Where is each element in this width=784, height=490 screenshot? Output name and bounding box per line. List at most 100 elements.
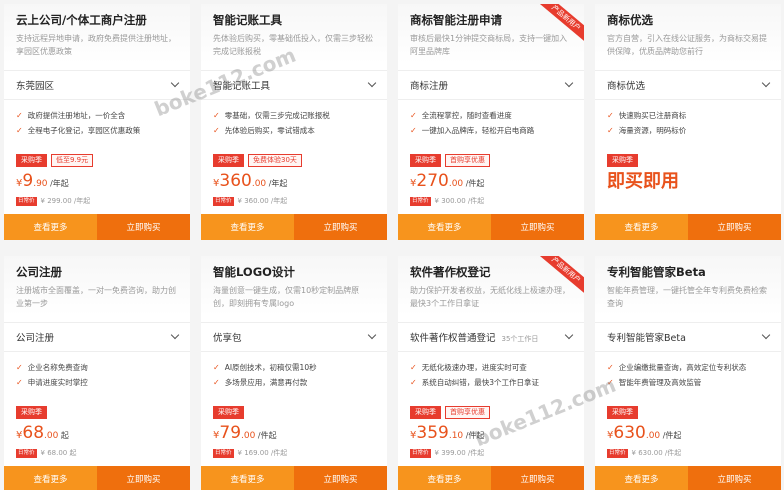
card-actions: 查看更多 立即购买 [398, 466, 584, 490]
feature-item: ✓ 海量资源，明码标价 [607, 123, 769, 138]
card-title[interactable]: 软件著作权登记 [410, 264, 572, 280]
price-unit: /年起 [47, 179, 69, 188]
spec-select-value: 东莞园区 [16, 81, 55, 92]
check-icon: ✓ [607, 126, 614, 135]
product-card[interactable]: 智能记账工具 先体验后购买，零基础低投入，仅需三步轻松完成记账报税 智能记账工具 ✓ 零… [201, 4, 387, 240]
price-decimal: .00 [448, 179, 464, 189]
card-title[interactable]: 智能LOGO设计 [213, 264, 375, 280]
product-card[interactable]: 商标智能注册申请 审核后最快1分钟提交商标局，支持一键加入阿里品牌库 产品新用户 商标… [398, 4, 584, 240]
card-title[interactable]: 专利智能管家Beta [607, 264, 769, 280]
check-icon: ✓ [607, 378, 614, 387]
promo-tag-season: 采购季 [607, 406, 638, 419]
spec-select-value: 公司注册 [16, 333, 55, 344]
card-header: 专利智能管家Beta 智能年费管理，一键托管全年专利费免费检索查询 [595, 256, 781, 316]
product-grid: 云上公司/个体工商户注册 支持远程异地申请，政府免费提供注册地址，享园区优惠政策东… [0, 0, 784, 490]
view-more-button[interactable]: 查看更多 [4, 214, 97, 240]
promo-tag-season: 采购季 [16, 406, 47, 419]
card-title[interactable]: 商标优选 [607, 12, 769, 28]
feature-item: ✓ 一键加入品牌库，轻松开启电商路 [410, 123, 572, 138]
promo-tag-season: 采购季 [213, 406, 244, 419]
card-header: 智能记账工具 先体验后购买，零基础低投入，仅需三步轻松完成记账报税 [201, 4, 387, 64]
price-integer: 270 [416, 171, 449, 191]
spec-select[interactable]: 商标注册 [398, 70, 584, 100]
price-unit: 起 [58, 431, 69, 440]
view-more-button[interactable]: 查看更多 [398, 466, 491, 490]
spec-select[interactable]: 商标优选 [595, 70, 781, 100]
promo-tags: 采购季 [607, 406, 769, 419]
card-header: 商标优选 官方自营，引入在线公证服务，为商标交易提供保障，优质品牌助您前行 [595, 4, 781, 64]
spec-select[interactable]: 智能记账工具 [201, 70, 387, 100]
original-price-tag: 日常价 [410, 448, 431, 458]
view-more-button[interactable]: 查看更多 [4, 466, 97, 490]
price-integer: 630 [613, 423, 646, 443]
view-more-button[interactable]: 查看更多 [595, 466, 688, 490]
buy-now-button[interactable]: 立即购买 [294, 466, 387, 490]
feature-text: 企业名称免费查询 [27, 363, 88, 372]
card-title[interactable]: 云上公司/个体工商户注册 [16, 12, 178, 28]
card-title[interactable]: 公司注册 [16, 264, 178, 280]
spec-select[interactable]: 公司注册 [4, 322, 190, 352]
buy-now-button[interactable]: 立即购买 [97, 466, 190, 490]
original-price: 日常价 ¥ 68.00 起 [16, 448, 178, 458]
promo-tag-season: 采购季 [16, 154, 47, 167]
spec-select-value: 商标注册 [410, 81, 449, 92]
promo-tag-offer: 首购享优惠 [445, 406, 490, 419]
chevron-down-icon [761, 330, 771, 340]
feature-item: ✓ 智能年费管理及高效监管 [607, 375, 769, 390]
view-more-button[interactable]: 查看更多 [595, 214, 688, 240]
view-more-button[interactable]: 查看更多 [201, 466, 294, 490]
product-card[interactable]: 智能LOGO设计 海量创意一键生成，仅需10秒定制品牌原创，即刻拥有专属logo 优… [201, 256, 387, 490]
product-card[interactable]: 软件著作权登记 助力保护开发者权益，无纸化线上极速办理，最快3个工作日拿证 产品新用… [398, 256, 584, 490]
price: ¥79.00 /件起 [213, 423, 375, 446]
spec-select[interactable]: 优享包 [201, 322, 387, 352]
feature-list: ✓ 快速购买已注册商标 ✓ 海量资源，明码标价 [595, 100, 781, 148]
buy-now-button[interactable]: 立即购买 [688, 214, 781, 240]
feature-item: ✓ 全流程掌控，随时查看进度 [410, 108, 572, 123]
check-icon: ✓ [410, 126, 417, 135]
card-description: 注册城市全面覆盖，一对一免费咨询，助力创业第一步 [16, 286, 176, 308]
buy-now-button[interactable]: 立即购买 [491, 214, 584, 240]
promo-tags: 采购季 首购享优惠 [410, 406, 572, 419]
spec-select-value: 智能记账工具 [213, 81, 271, 92]
card-title[interactable]: 智能记账工具 [213, 12, 375, 28]
chevron-down-icon [367, 78, 377, 88]
promo-tag-offer: 首购享优惠 [445, 154, 490, 167]
price: ¥270.00 /件起 [410, 171, 572, 194]
feature-text: 无纸化极速办理，进度实时可查 [421, 363, 527, 372]
feature-text: 多场景应用，满意再付款 [224, 378, 308, 387]
original-price-tag: 日常价 [16, 448, 37, 458]
price-decimal: .00 [251, 179, 267, 189]
buy-now-button[interactable]: 立即购买 [294, 214, 387, 240]
price-unit: /件起 [255, 431, 277, 440]
feature-text: 海量资源，明码标价 [618, 126, 687, 135]
price-slogan: 即买即用 [607, 171, 679, 192]
buy-now-button[interactable]: 立即购买 [97, 214, 190, 240]
promo-tags: 采购季 免费体验30天 [213, 154, 375, 167]
spec-select[interactable]: 专利智能管家Beta [595, 322, 781, 352]
spec-select[interactable]: 东莞园区 [4, 70, 190, 100]
promo-tag-season: 采购季 [213, 154, 244, 167]
spec-select[interactable]: 软件著作权普通登记 35个工作日 [398, 322, 584, 352]
original-price-value: ¥ 300.00 /件起 [434, 197, 485, 205]
price-decimal: .90 [33, 179, 48, 189]
card-title[interactable]: 商标智能注册申请 [410, 12, 572, 28]
product-card[interactable]: 专利智能管家Beta 智能年费管理，一键托管全年专利费免费检索查询 专利智能管家Be… [595, 256, 781, 490]
promo-tags: 采购季 [213, 406, 375, 419]
feature-list: ✓ 无纸化极速办理，进度实时可查 ✓ 系统自动纠错，最快3个工作日拿证 [398, 352, 584, 400]
spec-select-value: 优享包 [213, 333, 242, 344]
feature-text: 快速购买已注册商标 [618, 111, 687, 120]
spec-select-value: 商标优选 [607, 81, 646, 92]
product-card[interactable]: 商标优选 官方自营，引入在线公证服务，为商标交易提供保障，优质品牌助您前行 商标优选… [595, 4, 781, 240]
feature-text: AI原创技术，初稿仅需10秒 [224, 363, 317, 372]
buy-now-button[interactable]: 立即购买 [688, 466, 781, 490]
card-description: 审核后最快1分钟提交商标局，支持一键加入阿里品牌库 [410, 34, 568, 56]
card-header: 商标智能注册申请 审核后最快1分钟提交商标局，支持一键加入阿里品牌库 产品新用户 [398, 4, 584, 64]
buy-now-button[interactable]: 立即购买 [491, 466, 584, 490]
view-more-button[interactable]: 查看更多 [398, 214, 491, 240]
promo-tag-offer: 低至9.9元 [51, 154, 94, 167]
original-price-tag: 日常价 [213, 448, 234, 458]
product-card[interactable]: 公司注册 注册城市全面覆盖，一对一免费咨询，助力创业第一步 公司注册 ✓ 企业名称免费查… [4, 256, 190, 490]
product-card[interactable]: 云上公司/个体工商户注册 支持远程异地申请，政府免费提供注册地址，享园区优惠政策东… [4, 4, 190, 240]
view-more-button[interactable]: 查看更多 [201, 214, 294, 240]
card-actions: 查看更多 立即购买 [595, 466, 781, 490]
